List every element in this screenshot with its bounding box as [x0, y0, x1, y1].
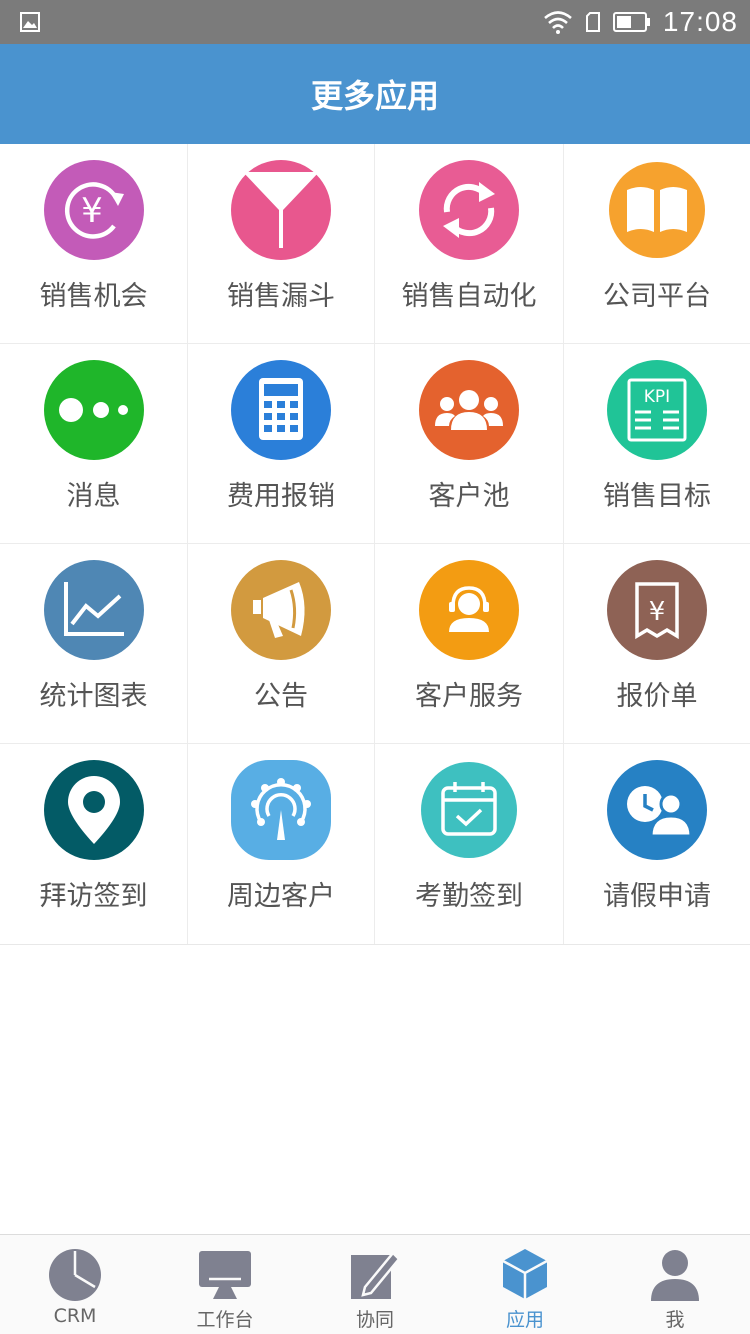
- app-statistics-chart[interactable]: 统计图表: [0, 544, 188, 744]
- location-pin-icon: [43, 760, 144, 860]
- message-dots-icon: [43, 360, 144, 460]
- app-nearby-customers[interactable]: 周边客户: [188, 744, 375, 944]
- tab-label: CRM: [53, 1305, 97, 1327]
- app-customer-service[interactable]: 客户服务: [375, 544, 564, 744]
- user-icon: [651, 1250, 699, 1301]
- price-receipt-icon: ¥: [607, 560, 707, 660]
- tab-apps[interactable]: 应用: [450, 1235, 600, 1334]
- calendar-check-icon: [421, 762, 517, 858]
- app-label: 统计图表: [39, 681, 148, 712]
- tab-workbench[interactable]: 工作台: [150, 1235, 300, 1334]
- tab-me[interactable]: 我: [600, 1235, 750, 1334]
- app-sales-target[interactable]: KPI 销售目标: [564, 344, 750, 544]
- kpi-document-icon: KPI: [607, 360, 707, 460]
- app-label: 销售漏斗: [227, 281, 335, 312]
- app-attendance-checkin[interactable]: 考勤签到: [375, 744, 564, 944]
- app-label: 消息: [66, 481, 121, 512]
- app-label: 公告: [254, 681, 308, 712]
- app-label: 公司平台: [603, 281, 711, 312]
- open-book-icon: [609, 162, 705, 258]
- wifi-icon: [544, 11, 572, 34]
- clock-person-icon: [607, 760, 707, 860]
- refresh-cycle-icon: [419, 160, 519, 260]
- yen-glyph: ¥: [81, 191, 103, 231]
- monitor-icon: [199, 1251, 251, 1299]
- app-label: 拜访签到: [39, 881, 148, 912]
- app-label: 报价单: [616, 681, 698, 712]
- app-label: 销售自动化: [401, 281, 537, 312]
- app-label: 周边客户: [227, 881, 335, 912]
- app-quotation[interactable]: ¥ 报价单: [564, 544, 750, 744]
- tab-collaboration[interactable]: 协同: [300, 1235, 450, 1334]
- app-expense-reimbursement[interactable]: 费用报销: [188, 344, 375, 544]
- edit-note-icon: [351, 1251, 401, 1299]
- app-company-platform[interactable]: 公司平台: [564, 144, 750, 344]
- funnel-icon: [231, 160, 331, 260]
- app-visit-checkin[interactable]: 拜访签到: [0, 744, 188, 944]
- image-notification-icon: [20, 12, 40, 32]
- people-group-icon: [419, 360, 519, 460]
- pie-chart-icon: [49, 1249, 101, 1301]
- megaphone-icon: [231, 560, 331, 660]
- app-label: 客户服务: [415, 681, 523, 712]
- app-customer-pool[interactable]: 客户池: [375, 344, 564, 544]
- status-time: 17:08: [662, 6, 738, 37]
- page-title: 更多应用: [310, 77, 439, 115]
- tab-crm[interactable]: CRM: [0, 1235, 150, 1334]
- tab-label: 工作台: [196, 1309, 254, 1331]
- app-label: 销售目标: [603, 481, 711, 512]
- app-label: 请假申请: [603, 881, 711, 912]
- title-bar: 更多应用: [0, 44, 750, 144]
- tab-label: 我: [665, 1309, 685, 1331]
- calculator-icon: [231, 360, 331, 460]
- bottom-tab-bar: CRM 工作台 协同 应用 我: [0, 1234, 750, 1334]
- app-label: 考勤签到: [415, 881, 523, 912]
- app-grid: ¥ 销售机会 销售漏斗 销售自动化 公司平台 消息 费用报销 客户池 KPI 销…: [0, 144, 750, 945]
- app-sales-opportunity[interactable]: ¥ 销售机会: [0, 144, 188, 344]
- app-label: 销售机会: [39, 281, 148, 312]
- line-chart-icon: [43, 560, 144, 660]
- tab-label: 应用: [505, 1309, 544, 1331]
- kpi-glyph: KPI: [644, 387, 670, 407]
- headset-agent-icon: [419, 560, 519, 660]
- app-sales-funnel[interactable]: 销售漏斗: [188, 144, 375, 344]
- app-announcement[interactable]: 公告: [188, 544, 375, 744]
- app-label: 客户池: [428, 481, 510, 512]
- sim-icon: [585, 12, 600, 32]
- status-bar: 17:08: [0, 0, 750, 44]
- yen-glyph: ¥: [649, 597, 666, 627]
- app-sales-automation[interactable]: 销售自动化: [375, 144, 564, 344]
- app-message[interactable]: 消息: [0, 344, 188, 544]
- app-label: 费用报销: [227, 481, 335, 512]
- tab-label: 协同: [355, 1309, 394, 1331]
- app-leave-request[interactable]: 请假申请: [564, 744, 750, 944]
- currency-cycle-icon: ¥: [43, 160, 144, 260]
- cube-icon: [502, 1249, 548, 1299]
- radar-signal-icon: [231, 760, 331, 860]
- battery-icon: [612, 12, 650, 32]
